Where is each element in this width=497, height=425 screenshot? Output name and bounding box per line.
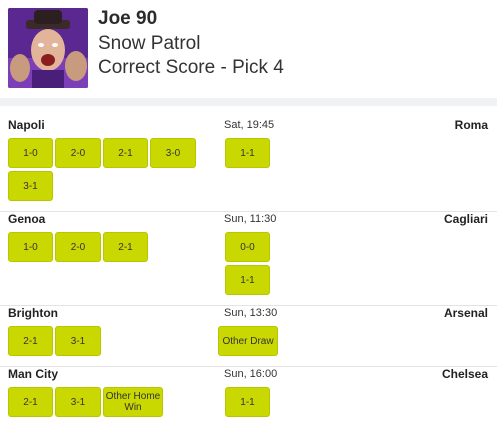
avatar-image [8, 8, 88, 88]
match-row: Genoa Sun, 11:30 Cagliari 1-0 2-0 2-1 0-… [0, 212, 497, 306]
score-option-button[interactable]: 2-0 [55, 232, 101, 262]
kickoff-time: Sun, 16:00 [224, 368, 278, 380]
score-option-button[interactable]: 1-0 [8, 232, 53, 262]
picks-header: Joe 90 Snow Patrol Correct Score - Pick … [0, 0, 497, 98]
home-team: Genoa [8, 212, 46, 226]
draw-option-button[interactable]: Other Draw [218, 326, 278, 356]
match-row: Brighton Sun, 13:30 Arsenal 2-1 3-1 Othe… [0, 306, 497, 367]
score-option-button[interactable]: Other Home Win [103, 387, 163, 417]
score-option-button[interactable]: 2-1 [8, 387, 53, 417]
draw-option-button[interactable]: 1-1 [225, 387, 270, 417]
score-option-button[interactable]: 2-1 [103, 138, 148, 168]
draw-option-button[interactable]: 1-1 [225, 265, 270, 295]
home-team: Brighton [8, 306, 58, 320]
draw-option-button[interactable]: 0-0 [225, 232, 270, 262]
match-row: Man City Sun, 16:00 Chelsea 2-1 3-1 Othe… [0, 367, 497, 425]
match-row: Napoli Sat, 19:45 Roma 1-0 2-0 2-1 3-0 3… [0, 106, 497, 212]
score-option-button[interactable]: 2-1 [8, 326, 53, 356]
home-team: Napoli [8, 118, 45, 132]
draw-option-button[interactable]: 1-1 [225, 138, 270, 168]
away-team: Arsenal [443, 306, 488, 320]
group-name: Snow Patrol [98, 33, 201, 54]
score-option-button[interactable]: 2-0 [55, 138, 101, 168]
kickoff-time: Sat, 19:45 [224, 119, 275, 131]
home-team: Man City [8, 367, 59, 381]
score-option-button[interactable]: 3-1 [8, 171, 53, 201]
away-team: Chelsea [441, 367, 488, 381]
away-team: Cagliari [443, 212, 488, 226]
kickoff-time: Sun, 13:30 [224, 307, 278, 319]
header-divider [0, 98, 497, 106]
player-name: Joe 90 [98, 8, 158, 29]
score-option-button[interactable]: 3-0 [150, 138, 196, 168]
competition-name: Correct Score - Pick 4 [98, 57, 284, 78]
kickoff-time: Sun, 11:30 [224, 213, 277, 225]
away-team: Roma [454, 118, 488, 132]
avatar [8, 8, 88, 88]
score-option-button[interactable]: 2-1 [103, 232, 148, 262]
score-option-button[interactable]: 3-1 [55, 387, 101, 417]
score-option-button[interactable]: 1-0 [8, 138, 53, 168]
score-option-button[interactable]: 3-1 [55, 326, 101, 356]
